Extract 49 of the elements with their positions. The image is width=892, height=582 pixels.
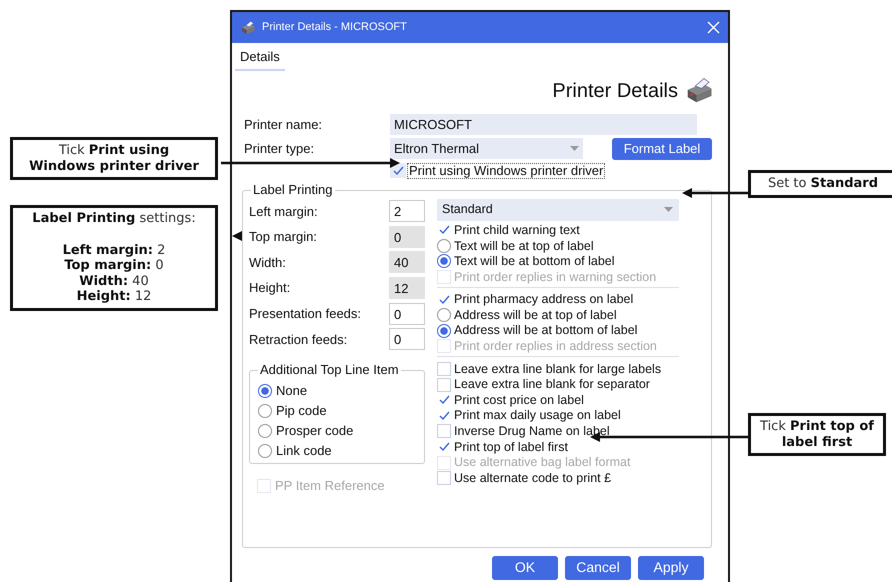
- radio-button[interactable]: [437, 238, 451, 253]
- callout-title: Label Printing settings:: [31, 211, 197, 227]
- printer-type-dropdown[interactable]: Eltron Thermal: [390, 138, 583, 159]
- group-title: Label Printing: [251, 182, 334, 198]
- dialog-button[interactable]: Cancel: [565, 556, 631, 580]
- radio-button[interactable]: [258, 444, 272, 458]
- menu-tab[interactable]: Details: [235, 45, 285, 70]
- field-label: Printer type:: [244, 140, 316, 158]
- callout-text: Left margin: 2 Top margin: 0 Width: 40 Height: 12: [62, 242, 166, 305]
- field-label: Retraction feeds:: [249, 330, 348, 349]
- dialog-button[interactable]: Apply: [638, 556, 704, 580]
- printer-icon: [240, 20, 256, 36]
- radio-button[interactable]: [437, 254, 451, 268]
- field-label: Width:: [249, 254, 287, 272]
- caret-icon: [664, 207, 673, 212]
- radio-label[interactable]: None: [276, 381, 308, 401]
- radio-label[interactable]: Prosper code: [276, 421, 354, 441]
- close-icon[interactable]: [707, 21, 720, 34]
- callout-text: Tick Print using Windows printer driver: [28, 143, 200, 174]
- checkbox[interactable]: [437, 362, 451, 376]
- radio-button[interactable]: [437, 308, 451, 322]
- field-label: Presentation feeds:: [249, 304, 362, 323]
- dialog-heading: Printer Details: [552, 78, 678, 104]
- callout-text: Set to Standard: [766, 176, 880, 192]
- radio-label[interactable]: Link code: [276, 441, 332, 461]
- number-field[interactable]: 0: [389, 328, 425, 350]
- callout-text: Tick Print top of label first: [759, 419, 875, 450]
- group-title: Additional Top Line Item: [258, 362, 401, 378]
- caret-icon: [570, 146, 579, 151]
- checkbox[interactable]: [437, 424, 451, 438]
- field-label: Printer name:: [244, 116, 324, 134]
- checkbox-label[interactable]: Print using Windows printer driver: [407, 162, 606, 178]
- checkbox[interactable]: [437, 378, 451, 392]
- printer-name-field[interactable]: MICROSOFT: [390, 114, 697, 135]
- radio-button[interactable]: [258, 424, 272, 438]
- field-label: Left margin:: [249, 202, 319, 221]
- field-label: Top margin:: [249, 228, 318, 246]
- checkbox[interactable]: [437, 471, 451, 486]
- number-field[interactable]: 2: [389, 200, 425, 222]
- radio-label[interactable]: Pip code: [276, 401, 327, 421]
- radio-button[interactable]: [437, 324, 451, 338]
- dialog-button[interactable]: OK: [492, 556, 558, 580]
- number-field[interactable]: 0: [389, 302, 425, 325]
- radio-button[interactable]: [258, 404, 272, 418]
- radio-button[interactable]: [258, 384, 272, 398]
- window-title: Printer Details - MICROSOFT: [262, 20, 408, 36]
- format-dropdown[interactable]: Standard: [437, 198, 679, 220]
- format-label-button[interactable]: Format Label: [612, 138, 712, 160]
- field-label: Height:: [249, 279, 292, 298]
